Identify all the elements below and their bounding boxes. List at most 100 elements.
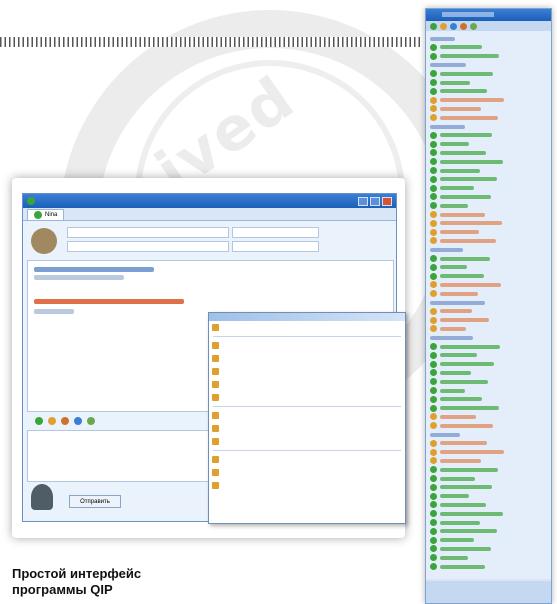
menu-item[interactable] [209, 391, 405, 404]
contact-list-item[interactable] [430, 413, 476, 421]
contact-list-item[interactable] [430, 219, 502, 227]
contact-list-item[interactable] [430, 351, 477, 359]
menu-item[interactable] [209, 339, 405, 352]
menu-item[interactable] [209, 479, 405, 492]
contact-group-header[interactable] [430, 246, 463, 253]
contact-list-item[interactable] [430, 52, 499, 60]
contact-group-header[interactable] [430, 35, 455, 42]
smiley-icon[interactable] [35, 417, 43, 425]
contact-name-blurred [440, 502, 486, 507]
status-online-icon [430, 475, 437, 482]
maximize-button[interactable] [370, 196, 380, 206]
contact-list-item[interactable] [430, 228, 479, 236]
contact-list-item[interactable] [430, 184, 474, 192]
smiley-icon[interactable] [87, 417, 95, 425]
contact-list-item[interactable] [430, 369, 471, 377]
menu-item[interactable] [209, 365, 405, 378]
contact-list-item[interactable] [430, 395, 482, 403]
contact-group-header[interactable] [430, 299, 485, 306]
contact-list-item[interactable] [430, 114, 498, 122]
contact-list-item[interactable] [430, 307, 472, 315]
status-online-icon [430, 219, 437, 227]
contact-list-status-bar[interactable] [426, 581, 551, 603]
contact-list-item[interactable] [430, 105, 481, 113]
contact-list-item[interactable] [430, 43, 482, 51]
contact-list-titlebar[interactable] [426, 9, 551, 21]
contact-list-item[interactable] [430, 263, 467, 271]
contact-list-item[interactable] [430, 563, 485, 570]
contact-list-item[interactable] [430, 281, 501, 289]
contact-list-item[interactable] [430, 167, 480, 174]
contact-list-item[interactable] [430, 96, 504, 104]
contact-list-item[interactable] [430, 475, 475, 482]
contact-list-item[interactable] [430, 193, 491, 201]
contact-list-item[interactable] [430, 79, 470, 86]
menu-item[interactable] [209, 409, 405, 422]
contact-uin-field [232, 227, 319, 238]
menu-separator [213, 406, 401, 407]
status-online-icon [430, 395, 437, 403]
contact-list-item[interactable] [430, 325, 466, 333]
contact-list-item[interactable] [430, 536, 474, 544]
contact-list-item[interactable] [430, 140, 469, 148]
settings-icon[interactable] [440, 22, 447, 30]
contact-list-item[interactable] [430, 70, 493, 78]
tab-contact[interactable]: Nina [27, 209, 65, 220]
contact-list-item[interactable] [430, 131, 492, 139]
contact-list-item[interactable] [430, 316, 489, 324]
menu-item[interactable] [209, 378, 405, 391]
menu-item[interactable] [209, 321, 405, 334]
menu-item[interactable] [209, 422, 405, 435]
contact-list-item[interactable] [430, 87, 487, 95]
contact-list-item[interactable] [430, 211, 485, 218]
contact-list-item[interactable] [430, 457, 481, 465]
contact-list-item[interactable] [430, 439, 487, 447]
contact-list-item[interactable] [430, 237, 496, 245]
contact-list-item[interactable] [430, 149, 486, 157]
add-contact-icon[interactable] [470, 22, 477, 30]
contact-name-blurred [440, 256, 490, 261]
contact-group-header[interactable] [430, 123, 465, 130]
contact-list-item[interactable] [430, 483, 492, 491]
menu-item[interactable] [209, 466, 405, 479]
contact-list-item[interactable] [430, 158, 503, 166]
contact-list-item[interactable] [430, 527, 497, 535]
menu-item[interactable] [209, 435, 405, 448]
contact-group-header[interactable] [430, 61, 466, 68]
smiley-icon[interactable] [48, 417, 56, 425]
contact-list-item[interactable] [430, 448, 504, 456]
contact-list-item[interactable] [430, 545, 491, 553]
contact-list-item[interactable] [430, 290, 478, 298]
contact-list-item[interactable] [430, 175, 497, 183]
menu-separator [213, 450, 401, 451]
contact-list-item[interactable] [430, 272, 484, 280]
contact-list-body[interactable] [426, 31, 551, 579]
contact-list-item[interactable] [430, 519, 480, 526]
contact-list-item[interactable] [430, 387, 465, 394]
contact-list-item[interactable] [430, 492, 469, 500]
smiley-icon[interactable] [61, 417, 69, 425]
status-online-icon[interactable] [430, 22, 437, 30]
contact-list-item[interactable] [430, 422, 493, 430]
search-icon[interactable] [450, 22, 457, 30]
history-icon[interactable] [460, 22, 467, 30]
contact-group-header[interactable] [430, 431, 460, 438]
contact-list-item[interactable] [430, 510, 503, 518]
window-titlebar[interactable] [23, 194, 396, 208]
contact-list-item[interactable] [430, 501, 486, 509]
contact-group-header[interactable] [430, 334, 473, 341]
contact-list-item[interactable] [430, 360, 494, 368]
close-button[interactable] [382, 196, 392, 206]
contact-list-item[interactable] [430, 343, 500, 350]
contact-list-item[interactable] [430, 466, 498, 474]
contact-list-item[interactable] [430, 554, 468, 562]
minimize-button[interactable] [358, 196, 368, 206]
contact-list-item[interactable] [430, 404, 499, 412]
contact-list-item[interactable] [430, 378, 488, 386]
file-icon[interactable] [74, 417, 82, 425]
contact-list-item[interactable] [430, 202, 468, 210]
send-button[interactable]: Отправить [69, 495, 121, 508]
contact-list-item[interactable] [430, 255, 490, 262]
menu-item[interactable] [209, 352, 405, 365]
menu-item[interactable] [209, 453, 405, 466]
